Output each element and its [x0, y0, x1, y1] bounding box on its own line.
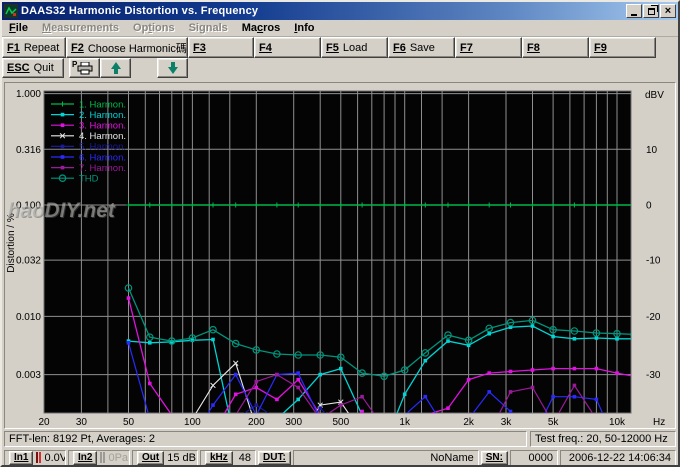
distortion-chart: 1.000 0.316 10 0.100 0 0.032 -10 0.010 -20 0.003 -…: [5, 83, 675, 428]
in2-level-meter: [100, 452, 105, 463]
print-button[interactable]: P: [69, 58, 100, 78]
menu-signals: Signals: [182, 20, 235, 36]
filename-panel: NoName: [293, 450, 479, 466]
window-title: DAAS32 Harmonic Distortion vs. Frequency: [21, 5, 625, 17]
svg-text:Hz: Hz: [653, 417, 665, 428]
arrow-down-icon: [168, 62, 178, 74]
close-icon: ×: [665, 6, 671, 17]
svg-text:-30: -30: [646, 370, 661, 381]
sn-button[interactable]: SN:: [481, 451, 508, 465]
svg-text:-20: -20: [646, 312, 661, 323]
in2-value: 0Pa: [108, 452, 128, 464]
svg-text:0: 0: [646, 201, 652, 212]
f9-button[interactable]: F9: [589, 37, 656, 58]
svg-text:dBV: dBV: [645, 90, 664, 101]
f7-button[interactable]: F7: [455, 37, 522, 58]
svg-text:0.316: 0.316: [16, 145, 41, 156]
secondary-toolbar: ESCQuit P: [2, 58, 678, 81]
svg-text:50: 50: [123, 417, 135, 428]
status-row-1: FFT-len: 8192 Pt, Averages: 2 Test freq.…: [2, 431, 678, 448]
sn-value-panel: 0000: [510, 450, 558, 466]
in1-value: 0.0V: [44, 452, 66, 464]
out-button[interactable]: Out: [137, 451, 164, 465]
svg-text:0.032: 0.032: [16, 256, 41, 267]
svg-text:4. Harmon.: 4. Harmon.: [79, 131, 126, 142]
svg-text:-10: -10: [646, 256, 661, 267]
restore-icon: [648, 8, 655, 15]
f8-button[interactable]: F8: [522, 37, 589, 58]
svg-text:500: 500: [332, 417, 349, 428]
svg-text:5k: 5k: [548, 417, 560, 428]
in2-button[interactable]: In2: [73, 451, 97, 465]
svg-text:5. Harmon.: 5. Harmon.: [79, 142, 126, 153]
esc-quit-button[interactable]: ESCQuit: [2, 58, 64, 78]
input1-cluster: In1 0.0V: [4, 450, 66, 466]
dut-button[interactable]: DUT:: [258, 451, 291, 465]
svg-text:2k: 2k: [463, 417, 475, 428]
svg-text:3k: 3k: [501, 417, 513, 428]
titlebar: DAAS32 Harmonic Distortion vs. Frequency…: [2, 2, 678, 20]
minimize-button[interactable]: [626, 4, 642, 18]
svg-text:THD: THD: [79, 174, 99, 185]
in1-button[interactable]: In1: [9, 451, 33, 465]
minimize-icon: [631, 14, 637, 16]
f4-button[interactable]: F4: [254, 37, 321, 58]
svg-text:1. Harmon.: 1. Harmon.: [79, 99, 126, 110]
svg-text:100: 100: [184, 417, 201, 428]
out-value: 15 dB: [167, 452, 196, 464]
f2-choose-harmonic-button[interactable]: F2Choose Harmonic碼: [66, 37, 188, 58]
svg-text:0.003: 0.003: [16, 370, 41, 381]
f3-button[interactable]: F3: [188, 37, 254, 58]
svg-text:10k: 10k: [609, 417, 626, 428]
svg-text:0.010: 0.010: [16, 312, 41, 323]
output-cluster: Out 15 dB: [132, 450, 198, 466]
scale-up-button[interactable]: [100, 58, 131, 78]
svg-text:1k: 1k: [399, 417, 411, 428]
app-window: DAAS32 Harmonic Distortion vs. Frequency…: [0, 0, 680, 467]
svg-text:30: 30: [76, 417, 88, 428]
f6-save-button[interactable]: F6Save: [388, 37, 455, 58]
f5-load-button[interactable]: F5Load: [321, 37, 388, 58]
menu-info[interactable]: Info: [287, 20, 321, 36]
function-key-toolbar: F1Repeat F2Choose Harmonic碼 F3 F4 F5Load…: [2, 37, 678, 58]
svg-text:1.000: 1.000: [16, 89, 41, 100]
close-button[interactable]: ×: [660, 4, 676, 18]
in1-level-meter: [36, 452, 41, 463]
f1-repeat-button[interactable]: F1Repeat: [2, 37, 66, 58]
test-freq-status: Test freq.: 20, 50-12000 Hz: [530, 431, 676, 447]
svg-text:2. Harmon.: 2. Harmon.: [79, 110, 126, 121]
status-row-2: In1 0.0V In2 0Pa Out 15 dB kHz 48 DUT: N…: [2, 449, 678, 466]
arrow-up-icon: [111, 62, 121, 74]
chart-panel: 1.000 0.316 10 0.100 0 0.032 -10 0.010 -20 0.003 -…: [4, 82, 676, 429]
svg-text:Distortion / %: Distortion / %: [6, 213, 17, 273]
svg-text:300: 300: [285, 417, 302, 428]
samplerate-cluster: kHz 48: [200, 450, 256, 466]
menu-measurements: Measurements: [35, 20, 126, 36]
scale-down-button[interactable]: [157, 58, 188, 78]
datetime-panel: 2006-12-22 14:06:34: [560, 450, 676, 466]
app-icon: [4, 4, 18, 18]
fft-status: FFT-len: 8192 Pt, Averages: 2: [4, 431, 527, 447]
svg-text:0.100: 0.100: [16, 201, 41, 212]
khz-button[interactable]: kHz: [205, 451, 233, 465]
svg-text:7. Harmon.: 7. Harmon.: [79, 163, 126, 174]
menu-file[interactable]: File: [2, 20, 35, 36]
khz-value: 48: [239, 452, 251, 464]
menu-macros[interactable]: Macros: [235, 20, 288, 36]
svg-text:3. Harmon.: 3. Harmon.: [79, 121, 126, 132]
svg-text:6. Harmon.: 6. Harmon.: [79, 152, 126, 163]
restore-button[interactable]: [643, 4, 659, 18]
menu-options: Options: [126, 20, 182, 36]
plot-background: [44, 91, 631, 413]
menubar: File Measurements Options Signals Macros…: [2, 20, 678, 37]
printer-icon: [77, 62, 93, 75]
input2-cluster: In2 0Pa: [68, 450, 130, 466]
svg-text:200: 200: [248, 417, 265, 428]
svg-text:20: 20: [38, 417, 50, 428]
svg-text:10: 10: [646, 145, 658, 156]
